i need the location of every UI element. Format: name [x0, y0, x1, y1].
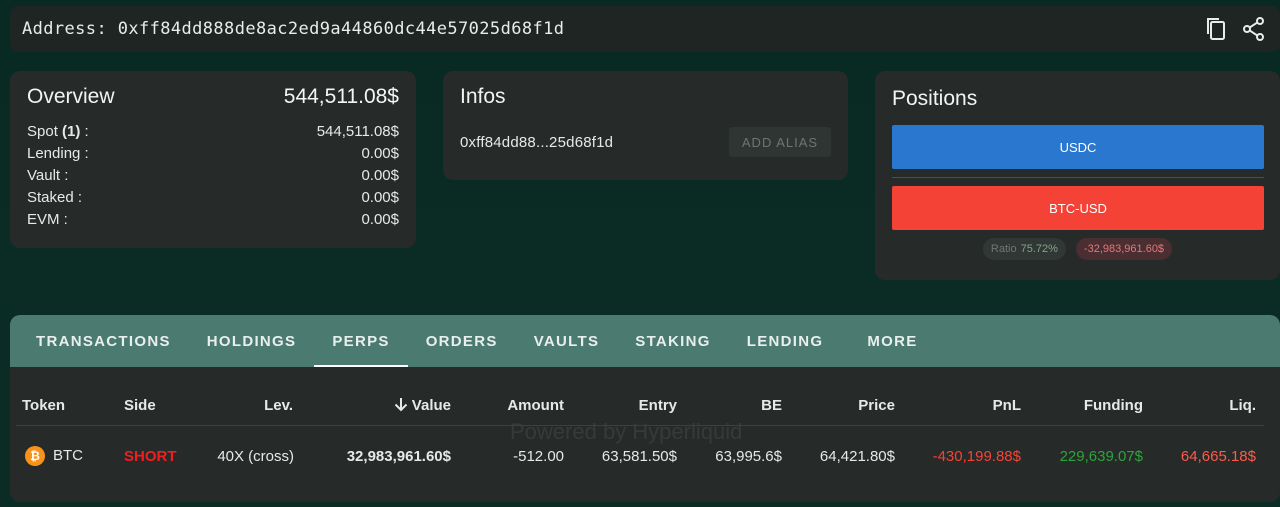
copy-icon[interactable] [1204, 16, 1228, 42]
cell-value: 32,983,961.60$ [346, 448, 451, 465]
overview-row-vault: Vault : 0.00$ [27, 165, 399, 187]
header-pnl[interactable]: PnL [993, 397, 1021, 414]
overview-row-evm: EVM : 0.00$ [27, 209, 399, 231]
cell-pnl: -430,199.88$ [932, 448, 1021, 465]
cell-liq: 64,665.18$ [1180, 448, 1256, 465]
cell-amount: -512.00 [513, 448, 564, 465]
overview-label-spot: Spot (1) : [27, 123, 89, 140]
tab-lending[interactable]: LENDING [729, 315, 842, 367]
token-name: BTC [53, 446, 83, 464]
watermark: Powered by Hyperliquid [510, 419, 743, 444]
infos-card: Infos 0xff84dd88...25d68f1d ADD ALIAS [443, 71, 848, 180]
short-address: 0xff84dd88...25d68f1d [460, 133, 614, 151]
header-token[interactable]: Token [22, 397, 65, 414]
address-bar: Address: 0xff84dd888de8ac2ed9a44860dc44e… [10, 6, 1280, 52]
ratio-label: Ratio [990, 243, 1017, 255]
tab-perps[interactable]: PERPS [314, 315, 409, 367]
overview-row-spot: Spot (1) : 544,511.08$ [27, 121, 399, 143]
tab-staking[interactable]: STAKING [617, 315, 729, 367]
header-lev[interactable]: Lev. [264, 397, 293, 414]
cell-entry: 63,581.50$ [601, 448, 677, 465]
position-usdc[interactable]: USDC [892, 125, 1264, 169]
header-divider [16, 425, 1264, 426]
header-entry[interactable]: Entry [639, 397, 677, 414]
header-funding[interactable]: Funding [1084, 397, 1143, 414]
overview-row-lending: Lending : 0.00$ [27, 143, 399, 165]
position-btc-usd[interactable]: BTC-USD [892, 186, 1264, 230]
tab-more[interactable]: MORE [841, 315, 935, 367]
tab-vaults[interactable]: VAULTS [516, 315, 618, 367]
positions-title: Positions [892, 87, 978, 110]
cell-token: ₿ BTC [25, 446, 83, 466]
cell-lev: 40X (cross) [217, 448, 294, 465]
address-text: Address: 0xff84dd888de8ac2ed9a44860dc44e… [22, 19, 565, 39]
overview-row-staked: Staked : 0.00$ [27, 187, 399, 209]
tab-orders[interactable]: ORDERS [408, 315, 516, 367]
perps-table: Powered by Hyperliquid Token Side Lev. V… [10, 367, 1280, 502]
header-amount[interactable]: Amount [507, 397, 564, 414]
arrow-down-icon [394, 398, 408, 412]
ratio-chip: Ratio 75.72% [982, 238, 1066, 260]
overview-total: 544,511.08$ [283, 85, 399, 108]
overview-value-evm: 0.00$ [361, 211, 399, 228]
header-liq[interactable]: Liq. [1229, 397, 1256, 414]
share-icon[interactable] [1242, 16, 1266, 42]
overview-label-evm: EVM : [27, 211, 68, 228]
cell-price: 64,421.80$ [819, 448, 895, 465]
ratio-value: 75.72% [1020, 243, 1058, 255]
header-price[interactable]: Price [858, 397, 895, 414]
net-value: -32,983,961.60$ [1083, 243, 1165, 255]
overview-value-spot: 544,511.08$ [316, 123, 399, 140]
header-value-wrap[interactable]: Value [394, 397, 451, 414]
header-side[interactable]: Side [124, 397, 156, 414]
cell-side: SHORT [124, 448, 177, 465]
header-value: Value [411, 397, 451, 414]
overview-card: Overview 544,511.08$ Spot (1) : 544,511.… [10, 71, 416, 248]
cell-be: 63,995.6$ [715, 448, 782, 465]
add-alias-button[interactable]: ADD ALIAS [729, 127, 831, 157]
tab-bar: TRANSACTIONS HOLDINGS PERPS ORDERS VAULT… [10, 315, 1280, 367]
perps-panel: TRANSACTIONS HOLDINGS PERPS ORDERS VAULT… [10, 315, 1280, 502]
positions-divider [892, 177, 1264, 178]
overview-value-lending: 0.00$ [361, 145, 399, 162]
header-be[interactable]: BE [761, 397, 782, 414]
tab-holdings[interactable]: HOLDINGS [189, 315, 315, 367]
cell-funding: 229,639.07$ [1059, 448, 1143, 465]
overview-title: Overview [27, 85, 115, 108]
overview-value-staked: 0.00$ [361, 189, 399, 206]
net-value-chip: -32,983,961.60$ [1075, 238, 1173, 260]
tab-transactions[interactable]: TRANSACTIONS [18, 315, 189, 367]
overview-label-staked: Staked : [27, 189, 83, 206]
positions-card: Positions USDC BTC-USD Ratio 75.72% -32,… [875, 71, 1280, 280]
infos-title: Infos [460, 85, 506, 108]
overview-label-lending: Lending : [27, 145, 89, 162]
overview-value-vault: 0.00$ [361, 167, 399, 184]
bitcoin-icon: ₿ [25, 446, 45, 466]
overview-label-vault: Vault : [27, 167, 69, 184]
